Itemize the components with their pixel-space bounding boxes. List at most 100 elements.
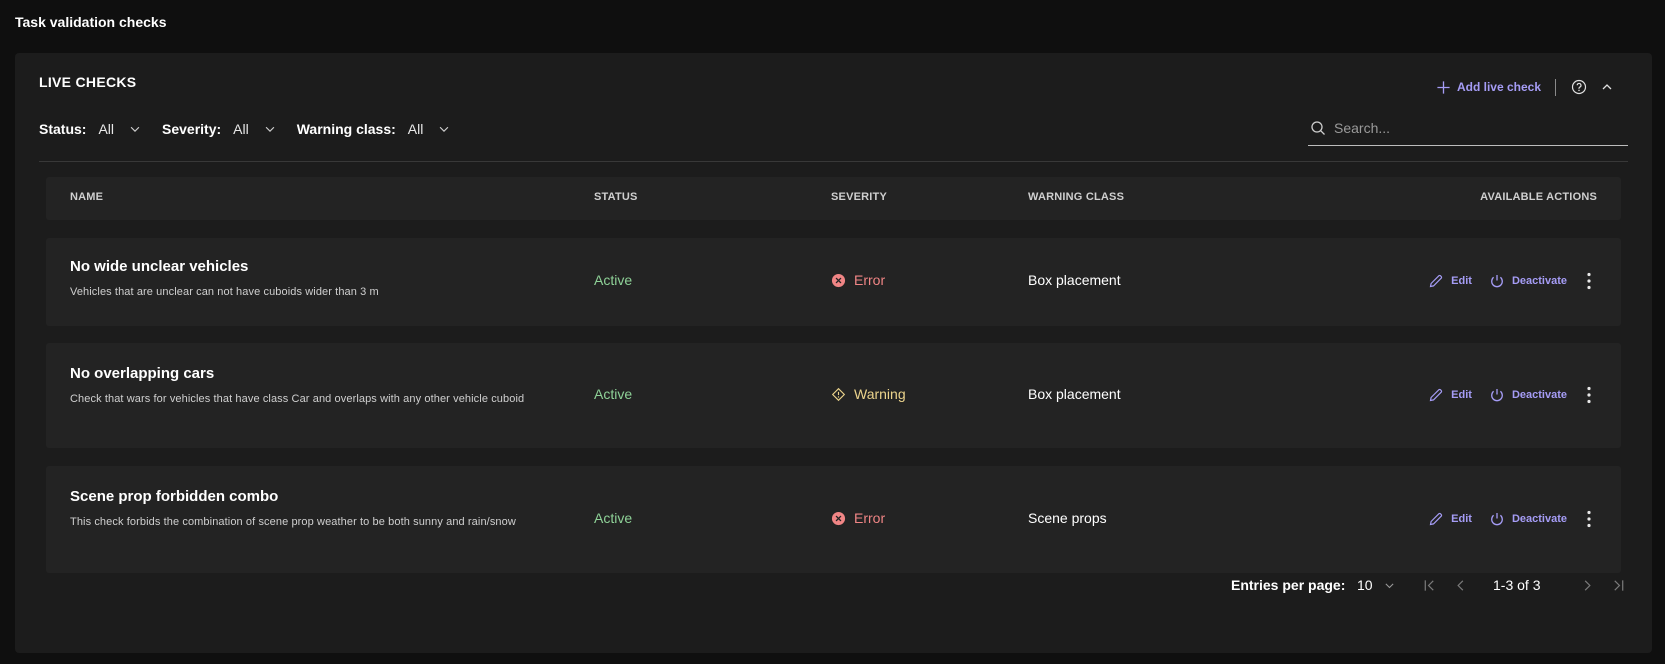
collapse-button[interactable] [1598, 78, 1616, 96]
power-icon [1491, 275, 1503, 288]
chevron-up-icon [1602, 84, 1612, 90]
warning-class-value: Box placement [1028, 386, 1121, 402]
check-description: Vehicles that are unclear can not have c… [70, 286, 379, 298]
severity-filter[interactable]: Severity: All [162, 121, 277, 137]
edit-button[interactable]: Edit [1428, 387, 1472, 403]
table-row: No wide unclear vehicles Vehicles that a… [46, 238, 1621, 326]
warning-class-filter-value: All [407, 121, 424, 137]
check-name: No wide unclear vehicles [70, 258, 249, 275]
column-header-warning-class: WARNING CLASS [1028, 191, 1125, 203]
error-circle-icon [831, 511, 846, 525]
row-actions: Edit Deactivate [1428, 385, 1597, 405]
pagination-bar: Entries per page: 10 1-3 of 3 [15, 565, 1652, 605]
column-header-available-actions: AVAILABLE ACTIONS [1480, 191, 1597, 203]
help-button[interactable] [1570, 78, 1588, 96]
check-name: Scene prop forbidden combo [70, 488, 279, 505]
previous-page-button[interactable] [1451, 576, 1469, 594]
panel-header-actions: Add live check [1436, 77, 1616, 97]
column-header-name: NAME [70, 191, 104, 203]
check-description: Check that wars for vehicles that have c… [70, 393, 525, 405]
severity-filter-value: All [233, 121, 249, 137]
edit-label: Edit [1451, 389, 1472, 401]
severity-label: Warning [854, 386, 906, 402]
more-options-button[interactable] [1581, 271, 1597, 291]
status-filter-value: All [98, 121, 115, 137]
pencil-icon [1429, 512, 1443, 526]
search-input[interactable] [1334, 120, 1614, 136]
more-options-button[interactable] [1581, 385, 1597, 405]
pencil-icon [1429, 388, 1443, 402]
chevron-down-icon [440, 126, 449, 132]
more-vertical-icon [1587, 510, 1591, 528]
table-row: Scene prop forbidden combo This check fo… [46, 466, 1621, 573]
section-title: LIVE CHECKS [39, 74, 137, 90]
page-title: Task validation checks [15, 14, 167, 30]
header-divider [1555, 78, 1556, 96]
page-size-value: 10 [1357, 577, 1373, 593]
severity-label: Error [854, 510, 886, 526]
status-filter-label: Status: [39, 121, 87, 137]
edit-label: Edit [1451, 275, 1472, 287]
error-circle-icon [831, 273, 846, 287]
warning-class-filter[interactable]: Warning class: All [297, 121, 452, 137]
chevron-down-icon [130, 126, 140, 132]
deactivate-button[interactable]: Deactivate [1489, 387, 1567, 403]
name-cell: Scene prop forbidden combo This check fo… [70, 488, 570, 531]
severity-filter-label: Severity: [162, 121, 222, 137]
page-size-select[interactable]: 10 [1357, 577, 1396, 593]
severity-value: Error [831, 272, 885, 288]
edit-button[interactable]: Edit [1428, 273, 1472, 289]
deactivate-button[interactable]: Deactivate [1489, 273, 1567, 289]
row-actions: Edit Deactivate [1428, 509, 1597, 529]
first-page-icon [1424, 579, 1434, 591]
plus-icon [1437, 80, 1450, 94]
add-live-check-button[interactable]: Add live check [1436, 80, 1541, 95]
chevron-down-icon [265, 126, 275, 132]
deactivate-label: Deactivate [1511, 513, 1567, 525]
last-page-button[interactable] [1609, 576, 1627, 594]
last-page-icon [1613, 579, 1623, 591]
warning-class-value: Box placement [1028, 272, 1121, 288]
filters-divider [39, 161, 1628, 162]
more-options-button[interactable] [1581, 509, 1597, 529]
check-name: No overlapping cars [70, 365, 215, 382]
warning-diamond-icon [831, 387, 846, 401]
page-range: 1-3 of 3 [1493, 577, 1541, 593]
deactivate-button[interactable]: Deactivate [1489, 511, 1567, 527]
search-icon [1311, 121, 1325, 135]
deactivate-label: Deactivate [1511, 389, 1567, 401]
help-circle-icon [1571, 79, 1587, 95]
next-page-button[interactable] [1578, 576, 1596, 594]
status-value: Active [594, 272, 633, 288]
edit-button[interactable]: Edit [1428, 511, 1472, 527]
live-checks-panel: LIVE CHECKS Add live check Status: All S… [15, 53, 1652, 653]
deactivate-label: Deactivate [1511, 275, 1567, 287]
name-cell: No wide unclear vehicles Vehicles that a… [70, 258, 570, 301]
warning-class-filter-label: Warning class: [296, 121, 396, 137]
severity-value: Warning [831, 386, 906, 402]
power-icon [1491, 389, 1503, 402]
column-header-status: STATUS [594, 191, 638, 203]
chevron-down-icon [1385, 583, 1394, 588]
table-row: No overlapping cars Check that wars for … [46, 343, 1621, 448]
status-value: Active [594, 510, 633, 526]
severity-label: Error [854, 272, 886, 288]
status-filter[interactable]: Status: All [39, 121, 142, 137]
first-page-button[interactable] [1420, 576, 1438, 594]
chevron-left-icon [1456, 579, 1463, 591]
filters-bar: Status: All Severity: All Warning class:… [39, 118, 451, 140]
power-icon [1491, 513, 1503, 526]
entries-per-page-label: Entries per page: [1231, 577, 1346, 593]
column-header-severity: SEVERITY [831, 191, 888, 203]
table-header: NAME STATUS SEVERITY WARNING CLASS AVAIL… [46, 177, 1621, 220]
edit-label: Edit [1451, 513, 1472, 525]
chevron-right-icon [1584, 579, 1591, 591]
more-vertical-icon [1587, 386, 1591, 404]
name-cell: No overlapping cars Check that wars for … [70, 365, 570, 408]
more-vertical-icon [1587, 272, 1591, 290]
search-field [1308, 111, 1628, 146]
add-live-check-label: Add live check [1456, 80, 1541, 94]
severity-value: Error [831, 510, 885, 526]
status-value: Active [594, 386, 633, 402]
pencil-icon [1429, 274, 1443, 288]
